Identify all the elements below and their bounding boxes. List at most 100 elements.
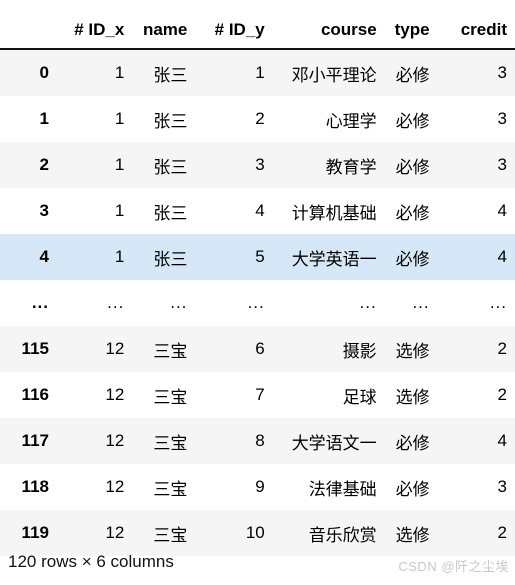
cell-credit: 3 [437, 142, 515, 188]
cell-type: 选修 [384, 510, 438, 556]
cell-course: 计算机基础 [291, 203, 377, 223]
cell-type: 选修 [395, 387, 430, 407]
cell-name: 张三 [132, 234, 196, 280]
cell-id-y: 5 [195, 234, 273, 280]
cell-name: 张三 [153, 111, 188, 131]
cell-name: 张三 [132, 142, 196, 188]
cell-name: 三宝 [153, 479, 188, 499]
cell-id-y: 2 [255, 109, 265, 128]
cell-type: 选修 [384, 326, 438, 372]
cell-name: 张三 [153, 203, 188, 223]
cell-name: ... [170, 293, 188, 312]
cell-type: 必修 [384, 142, 438, 188]
cell-credit: 2 [497, 385, 507, 404]
cell-id-y: 8 [195, 418, 273, 464]
row-index-cell: 116 [21, 385, 49, 404]
table-row[interactable]: 0 1 张三 1 邓小平理论 必修 3 [0, 49, 515, 96]
row-index-cell: 1 [39, 109, 49, 128]
table-header: # ID_x name # ID_y course type credit [0, 0, 515, 50]
cell-name: 三宝 [153, 387, 188, 407]
cell-type: 必修 [384, 49, 438, 96]
cell-course: 邓小平理论 [272, 49, 385, 96]
table-row[interactable]: 119 12 三宝 10 音乐欣赏 选修 2 [0, 510, 515, 556]
cell-course: 法律基础 [308, 479, 377, 499]
row-index-cell: 4 [0, 234, 57, 280]
cell-credit: ... [489, 293, 507, 312]
table-row[interactable]: 2 1 张三 3 教育学 必修 3 [0, 142, 515, 188]
table-row[interactable]: 1 1 张三 2 心理学 必修 3 [0, 96, 515, 142]
cell-credit: 3 [437, 49, 515, 96]
column-header-course[interactable]: course [272, 0, 385, 50]
cell-id-y: 9 [255, 477, 265, 496]
cell-id-y: 7 [255, 385, 265, 404]
table-row[interactable]: 117 12 三宝 8 大学语文一 必修 4 [0, 418, 515, 464]
cell-id-x: 1 [56, 142, 133, 188]
row-index-cell: 115 [0, 326, 57, 372]
column-header-type[interactable]: type [384, 0, 438, 50]
row-index-cell: 117 [0, 418, 57, 464]
column-header-id-y[interactable]: # ID_y [195, 0, 273, 50]
table-row[interactable]: ..................... [0, 280, 515, 326]
cell-credit: 2 [437, 510, 515, 556]
header-row: # ID_x name # ID_y course type credit [0, 0, 515, 50]
cell-type: 必修 [384, 234, 438, 280]
cell-id-x: 1 [114, 201, 125, 220]
cell-id-y: 3 [195, 142, 273, 188]
dataframe-shape-note: 120 rows × 6 columns [8, 552, 174, 571]
cell-credit: 4 [497, 201, 507, 220]
cell-id-x: 12 [56, 418, 133, 464]
cell-credit: 3 [497, 477, 507, 496]
column-header-name[interactable]: name [132, 0, 196, 50]
column-header-index[interactable] [0, 0, 57, 50]
cell-id-y: 10 [195, 510, 273, 556]
row-index-cell: 119 [0, 510, 57, 556]
cell-id-x: ... [107, 293, 125, 312]
table-row[interactable]: 4 1 张三 5 大学英语一 必修 4 [0, 234, 515, 280]
cell-id-x: 1 [56, 49, 133, 96]
cell-type: 必修 [395, 479, 430, 499]
column-header-id-x[interactable]: # ID_x [56, 0, 133, 50]
cell-course: 心理学 [325, 111, 377, 131]
cell-id-x: 1 [56, 234, 133, 280]
cell-id-x: 12 [105, 385, 125, 404]
row-index-cell: 0 [0, 49, 57, 96]
cell-credit: 3 [497, 109, 507, 128]
cell-course: ... [359, 293, 377, 312]
cell-id-x: 12 [105, 477, 125, 496]
cell-course: 大学语文一 [272, 418, 385, 464]
cell-name: 张三 [132, 49, 196, 96]
cell-name: 三宝 [132, 510, 196, 556]
cell-course: 大学英语一 [272, 234, 385, 280]
column-header-credit[interactable]: credit [437, 0, 515, 50]
cell-id-y: 6 [195, 326, 273, 372]
dataframe-container: # ID_x name # ID_y course type credit 01… [0, 0, 515, 556]
cell-course: 教育学 [272, 142, 385, 188]
cell-course: 音乐欣赏 [272, 510, 385, 556]
cell-id-y: 4 [255, 201, 265, 220]
cell-id-x: 1 [114, 109, 125, 128]
row-index-cell: 118 [21, 477, 49, 496]
cell-id-x: 12 [56, 326, 133, 372]
cell-name: 三宝 [132, 418, 196, 464]
row-index-cell: ... [31, 293, 49, 312]
table-row[interactable]: 118 12 三宝 9 法律基础 必修 3 [0, 464, 515, 510]
cell-type: ... [412, 293, 430, 312]
cell-type: 必修 [384, 418, 438, 464]
table-body: 0 1 张三 1 邓小平理论 必修 3 1 1 张三 2 心理学 必修 3 2 1 张三 3 教育学 必修 3 3 1 张三 4… [0, 49, 515, 556]
row-index-cell: 2 [0, 142, 57, 188]
cell-id-x: 12 [56, 510, 133, 556]
table-row[interactable]: 116 12 三宝 7 足球 选修 2 [0, 372, 515, 418]
cell-course: 足球 [342, 387, 377, 407]
cell-credit: 4 [437, 234, 515, 280]
cell-credit: 4 [437, 418, 515, 464]
dataframe-table: # ID_x name # ID_y course type credit 01… [0, 0, 515, 556]
cell-course: 摄影 [272, 326, 385, 372]
table-row[interactable]: 115 12 三宝 6 摄影 选修 2 [0, 326, 515, 372]
cell-credit: 2 [437, 326, 515, 372]
csdn-watermark: CSDN @阡之尘埃 [398, 559, 509, 574]
table-row[interactable]: 3 1 张三 4 计算机基础 必修 4 [0, 188, 515, 234]
cell-id-y: 1 [195, 49, 273, 96]
cell-type: 必修 [395, 203, 430, 223]
cell-type: 必修 [395, 111, 430, 131]
cell-id-y: ... [247, 293, 265, 312]
